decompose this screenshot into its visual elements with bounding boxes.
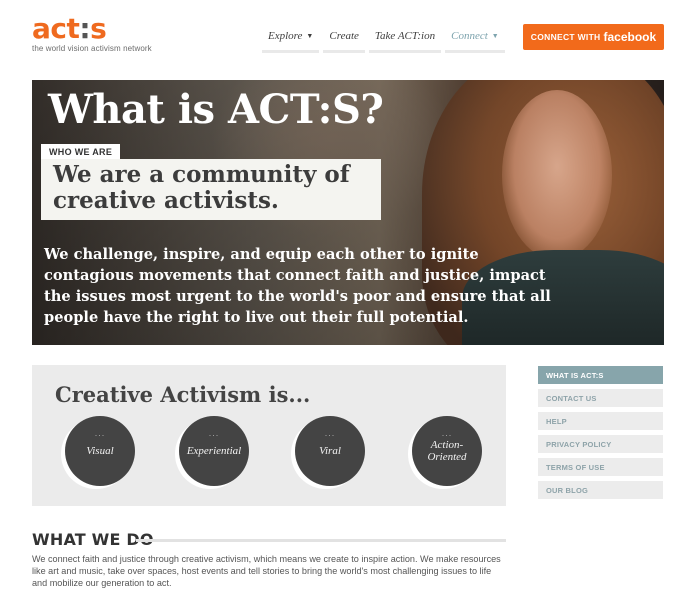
- connect-facebook-button[interactable]: Connect with facebook: [523, 24, 664, 50]
- section-divider: [136, 539, 506, 542]
- logo-wordmark: act:s: [32, 12, 107, 45]
- side-item-help[interactable]: Help: [538, 412, 663, 430]
- circle-label: Experiential: [186, 445, 242, 457]
- nav-take-action[interactable]: Take ACT:ion: [368, 30, 442, 53]
- circle-dots: ...: [324, 428, 336, 438]
- main-nav: Explore ▼ Create Take ACT:ion Connect ▼: [262, 30, 509, 53]
- creative-activism-panel: Creative Activism is... ... Visual ... Exp…: [32, 365, 506, 506]
- side-menu: What is ACT:S Contact Us Help Privacy Po…: [538, 366, 663, 504]
- circle-dots: ...: [441, 428, 453, 438]
- what-we-do-text: We connect faith and justice through cre…: [32, 554, 501, 588]
- chevron-down-icon: ▼: [491, 32, 499, 40]
- nav-create-label: Create: [329, 30, 359, 42]
- community-headline-box: We are a community of creative activists…: [41, 159, 381, 220]
- circle-label: Action-Oriented: [427, 439, 467, 463]
- hero-photo-face: [502, 90, 612, 260]
- hero-mission-text: We challenge, inspire, and equip each ot…: [44, 246, 551, 326]
- circle-dots: ...: [208, 428, 220, 438]
- circle-dots: ...: [94, 428, 106, 438]
- circle-action-oriented[interactable]: ... Action-Oriented: [412, 416, 482, 486]
- side-item-contact-us[interactable]: Contact Us: [538, 389, 663, 407]
- nav-take-action-label: Take ACT:ion: [374, 30, 436, 42]
- side-item-terms-of-use[interactable]: Terms of Use: [538, 458, 663, 476]
- who-we-are-tag: WHO WE ARE: [41, 144, 121, 160]
- logo-tagline: the world vision activism network: [32, 44, 152, 53]
- circle-visual[interactable]: ... Visual: [65, 416, 135, 486]
- side-item-what-is-acts[interactable]: What is ACT:S: [538, 366, 663, 384]
- nav-explore[interactable]: Explore ▼: [262, 30, 320, 53]
- circle-label: Viral: [319, 445, 341, 457]
- circle-label: Visual: [86, 445, 114, 457]
- side-item-our-blog[interactable]: Our Blog: [538, 481, 663, 499]
- circle-viral[interactable]: ... Viral: [295, 416, 365, 486]
- hero-title: What is ACT:S?: [48, 86, 384, 133]
- creative-activism-title: Creative Activism is...: [55, 382, 311, 407]
- community-headline: We are a community of creative activists…: [53, 161, 350, 214]
- hero-banner: What is ACT:S? WHO WE ARE We are a commu…: [32, 80, 664, 345]
- facebook-label: facebook: [603, 30, 657, 44]
- nav-connect-label: Connect: [451, 30, 488, 42]
- circle-experiential[interactable]: ... Experiential: [179, 416, 249, 486]
- nav-connect[interactable]: Connect ▼: [445, 30, 505, 53]
- site-logo[interactable]: act:s the world vision activism network: [32, 12, 152, 54]
- side-item-privacy-policy[interactable]: Privacy Policy: [538, 435, 663, 453]
- nav-explore-label: Explore: [268, 30, 303, 42]
- connect-with-label: Connect with: [530, 32, 601, 42]
- chevron-down-icon: ▼: [306, 32, 314, 40]
- nav-create[interactable]: Create: [323, 30, 365, 53]
